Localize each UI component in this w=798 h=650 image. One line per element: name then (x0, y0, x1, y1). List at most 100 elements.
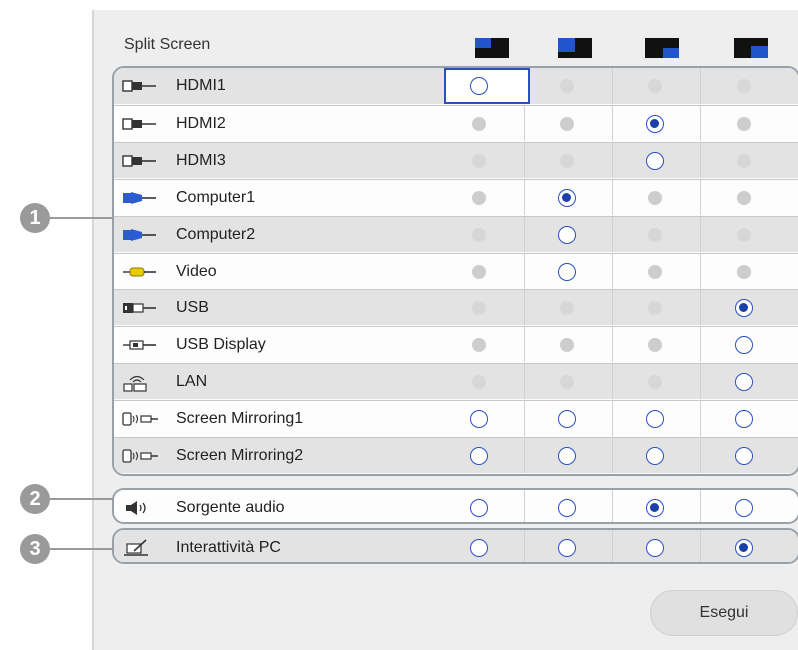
column-separator (700, 364, 701, 399)
radio-button[interactable] (735, 499, 753, 517)
source-label: HDMI1 (176, 77, 226, 94)
radio-button[interactable] (470, 539, 488, 557)
source-label: HDMI2 (176, 115, 226, 132)
page-title: Split Screen (124, 36, 211, 53)
radio-button-selected[interactable] (735, 299, 753, 317)
column-separator (524, 364, 525, 399)
source-row: Sorgente audio (114, 490, 798, 522)
radio-button[interactable] (470, 77, 488, 95)
radio-button[interactable] (646, 410, 664, 428)
callout-1-leader (50, 217, 114, 219)
callout-2-leader (50, 498, 114, 500)
source-row: Interattività PC (114, 530, 798, 562)
radio-button-disabled (472, 375, 486, 389)
radio-button[interactable] (470, 499, 488, 517)
column-separator (612, 438, 613, 473)
screen-mirroring-icon (122, 447, 166, 465)
layout-left-top-icon (475, 38, 509, 58)
radio-button-selected[interactable] (646, 115, 664, 133)
radio-button[interactable] (646, 447, 664, 465)
radio-button-disabled (472, 301, 486, 315)
video-icon (122, 263, 166, 281)
radio-button-disabled (472, 228, 486, 242)
radio-button[interactable] (735, 336, 753, 354)
source-label: Screen Mirroring2 (176, 447, 304, 464)
source-row: HDMI2 (114, 105, 798, 141)
radio-button-disabled (648, 191, 662, 205)
computer-icon (122, 226, 166, 244)
column-separator (700, 180, 701, 215)
column-separator (524, 217, 525, 252)
radio-button-disabled (472, 265, 486, 279)
callout-3: 3 (20, 534, 50, 564)
column-separator (524, 254, 525, 289)
column-separator (700, 327, 701, 362)
column-separator (524, 401, 525, 436)
radio-button-disabled (560, 301, 574, 315)
column-separator (700, 143, 701, 178)
column-separator (700, 490, 701, 522)
radio-button[interactable] (470, 410, 488, 428)
hdmi-icon (122, 152, 166, 170)
source-row: USB Display (114, 326, 798, 362)
source-label: Computer1 (176, 189, 256, 206)
radio-button-disabled (737, 117, 751, 131)
radio-button[interactable] (646, 539, 664, 557)
column-separator (612, 106, 613, 141)
pc-interactivity-group: Interattività PC (112, 528, 798, 564)
radio-button-selected[interactable] (735, 539, 753, 557)
radio-button[interactable] (735, 373, 753, 391)
column-separator (524, 530, 525, 562)
callout-3-leader (50, 548, 114, 550)
radio-button[interactable] (735, 447, 753, 465)
radio-button[interactable] (558, 499, 576, 517)
radio-button[interactable] (735, 410, 753, 428)
column-separator (612, 490, 613, 522)
usb-icon (122, 299, 166, 317)
column-separator (612, 68, 613, 104)
screen-mirroring-icon (122, 410, 166, 428)
radio-button[interactable] (558, 226, 576, 244)
radio-button-selected[interactable] (558, 189, 576, 207)
audio-source-group: Sorgente audio (112, 488, 798, 524)
radio-button-selected[interactable] (646, 499, 664, 517)
radio-button-disabled (737, 79, 751, 93)
source-row: LAN (114, 363, 798, 399)
radio-button-disabled (648, 301, 662, 315)
callout-2: 2 (20, 484, 50, 514)
source-row: Computer1 (114, 179, 798, 215)
column-separator (700, 530, 701, 562)
usb-display-icon (122, 336, 166, 354)
column-separator (700, 217, 701, 252)
source-row: Computer2 (114, 216, 798, 252)
hdmi-icon (122, 115, 166, 133)
column-separator (612, 327, 613, 362)
source-label: HDMI3 (176, 152, 226, 169)
source-row: HDMI3 (114, 142, 798, 178)
source-label: Computer2 (176, 226, 256, 243)
source-label: USB (176, 299, 209, 316)
source-label: Screen Mirroring1 (176, 410, 304, 427)
column-separator (612, 254, 613, 289)
run-button[interactable]: Esegui (650, 590, 798, 636)
radio-button[interactable] (558, 447, 576, 465)
column-separator (700, 438, 701, 473)
radio-button[interactable] (470, 447, 488, 465)
radio-button[interactable] (558, 539, 576, 557)
column-separator (524, 490, 525, 522)
source-row: Screen Mirroring2 (114, 437, 798, 473)
input-source-group: HDMI1 HDMI2 HDMI3 Computer1 Computer2 Video US… (112, 66, 798, 476)
source-row: HDMI1 (114, 68, 798, 104)
radio-button[interactable] (558, 410, 576, 428)
radio-button-disabled (648, 338, 662, 352)
source-label: LAN (176, 373, 208, 390)
radio-button[interactable] (646, 152, 664, 170)
radio-button-disabled (737, 265, 751, 279)
radio-button[interactable] (558, 263, 576, 281)
source-row: Screen Mirroring1 (114, 400, 798, 436)
radio-button-disabled (560, 375, 574, 389)
column-separator (524, 438, 525, 473)
column-separator (524, 290, 525, 325)
lan-icon (122, 373, 166, 392)
layout-right-icon (734, 38, 768, 58)
